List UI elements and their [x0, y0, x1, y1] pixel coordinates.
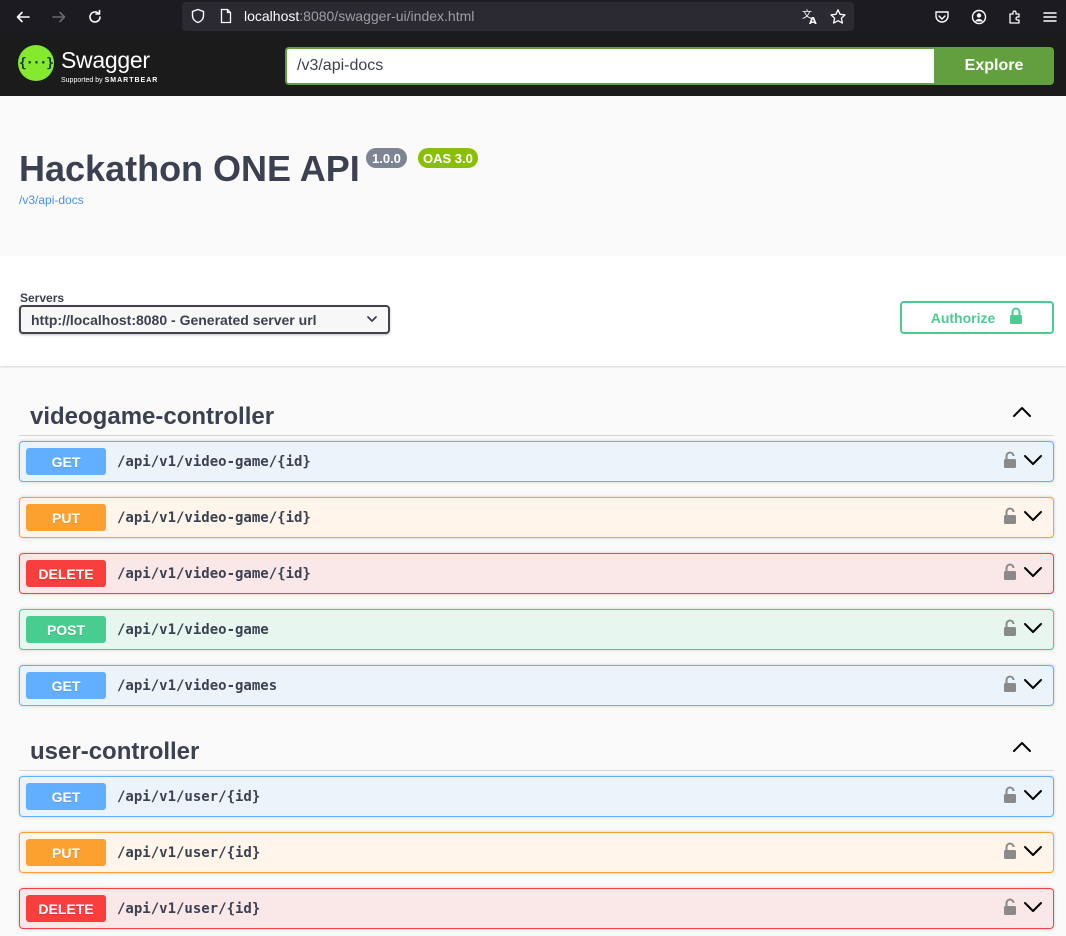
- operation-path: /api/v1/video-game/{id}: [117, 510, 311, 526]
- operation-row[interactable]: DELETE /api/v1/user/{id}: [19, 888, 1054, 929]
- server-select-value: http://localhost:8080 - Generated server…: [31, 311, 317, 328]
- forward-arrow-icon[interactable]: [45, 0, 73, 34]
- chevron-down-icon[interactable]: [1023, 565, 1043, 584]
- method-badge: GET: [26, 672, 106, 699]
- operation-path: /api/v1/user/{id}: [117, 845, 261, 861]
- unlocked-lock-icon: [1009, 307, 1023, 328]
- lock-icon[interactable]: [1003, 619, 1017, 642]
- tag-section-header[interactable]: videogame-controller: [19, 395, 1054, 436]
- lock-icon[interactable]: [1003, 451, 1017, 474]
- lock-icon[interactable]: [1003, 563, 1017, 586]
- operation-row[interactable]: DELETE /api/v1/video-game/{id}: [19, 553, 1054, 594]
- url-text: localhost:8080/swagger-ui/index.html: [244, 8, 475, 24]
- operation-path: /api/v1/user/{id}: [117, 789, 261, 805]
- method-badge: DELETE: [26, 895, 106, 922]
- method-badge: GET: [26, 448, 106, 475]
- tag-section-header[interactable]: user-controller: [19, 730, 1054, 771]
- chevron-down-icon[interactable]: [1023, 621, 1043, 640]
- lock-icon[interactable]: [1003, 507, 1017, 530]
- method-badge: POST: [26, 616, 106, 643]
- method-badge: DELETE: [26, 560, 106, 587]
- bookmark-star-icon[interactable]: [829, 8, 847, 31]
- lock-icon[interactable]: [1003, 675, 1017, 698]
- swagger-logo-subtitle: Supported by SMARTBEAR: [61, 77, 159, 84]
- operation-path: /api/v1/video-game: [117, 622, 269, 638]
- method-badge: GET: [26, 783, 106, 810]
- explore-button[interactable]: Explore: [934, 47, 1054, 85]
- operation-path: /api/v1/video-games: [117, 678, 278, 694]
- servers-label: Servers: [20, 291, 65, 305]
- oas-badge: OAS 3.0: [418, 148, 478, 168]
- lock-icon[interactable]: [1003, 898, 1017, 921]
- lock-icon[interactable]: [1003, 786, 1017, 809]
- address-bar[interactable]: localhost:8080/swagger-ui/index.html 文A: [182, 2, 854, 31]
- chevron-up-icon[interactable]: [1012, 405, 1032, 424]
- api-docs-link[interactable]: /v3/api-docs: [19, 193, 84, 207]
- page-icon: [218, 8, 234, 29]
- chevron-down-icon[interactable]: [1023, 788, 1043, 807]
- server-select[interactable]: http://localhost:8080 - Generated server…: [19, 305, 390, 334]
- operation-row[interactable]: GET /api/v1/video-game/{id}: [19, 441, 1054, 482]
- api-info: Hackathon ONE API 1.0.0 OAS 3.0 /v3/api-…: [0, 96, 1066, 256]
- chevron-down-icon[interactable]: [1023, 509, 1043, 528]
- browser-toolbar: localhost:8080/swagger-ui/index.html 文A: [0, 0, 1066, 34]
- authorize-label: Authorize: [930, 309, 996, 326]
- reload-icon[interactable]: [81, 0, 109, 34]
- tag-name: videogame-controller: [30, 403, 275, 430]
- swagger-logo-icon[interactable]: {···}: [18, 45, 54, 81]
- menu-icon[interactable]: [1036, 0, 1064, 34]
- scheme-container: Servers http://localhost:8080 - Generate…: [0, 256, 1066, 366]
- chevron-up-icon[interactable]: [1012, 740, 1032, 759]
- operation-row[interactable]: GET /api/v1/video-games: [19, 665, 1054, 706]
- operation-path: /api/v1/video-game/{id}: [117, 566, 311, 582]
- swagger-logo-text[interactable]: Swagger: [61, 47, 150, 74]
- operation-row[interactable]: PUT /api/v1/video-game/{id}: [19, 497, 1054, 538]
- back-arrow-icon[interactable]: [9, 0, 37, 34]
- operation-path: /api/v1/video-game/{id}: [117, 454, 311, 470]
- page-title: Hackathon ONE API: [19, 148, 360, 189]
- explore-url-input[interactable]: /v3/api-docs: [285, 47, 934, 85]
- extensions-icon[interactable]: [1001, 0, 1029, 34]
- chevron-down-icon[interactable]: [1023, 453, 1043, 472]
- chevron-down-icon: [366, 312, 378, 328]
- translate-icon[interactable]: 文A: [801, 8, 819, 31]
- authorize-button[interactable]: Authorize: [900, 301, 1054, 334]
- operation-row[interactable]: GET /api/v1/user/{id}: [19, 776, 1054, 817]
- operation-row[interactable]: PUT /api/v1/user/{id}: [19, 832, 1054, 873]
- tag-name: user-controller: [30, 738, 200, 765]
- method-badge: PUT: [26, 839, 106, 866]
- chevron-down-icon[interactable]: [1023, 844, 1043, 863]
- version-badge: 1.0.0: [366, 148, 407, 168]
- operation-path: /api/v1/user/{id}: [117, 901, 261, 917]
- chevron-down-icon[interactable]: [1023, 900, 1043, 919]
- explore-form: /v3/api-docs Explore: [285, 47, 1054, 85]
- lock-icon[interactable]: [1003, 842, 1017, 865]
- method-badge: PUT: [26, 504, 106, 531]
- svg-text:A: A: [809, 16, 817, 26]
- pocket-icon[interactable]: [928, 0, 956, 34]
- account-icon[interactable]: [965, 0, 993, 34]
- shield-icon[interactable]: [190, 8, 206, 29]
- chevron-down-icon[interactable]: [1023, 677, 1043, 696]
- operation-row[interactable]: POST /api/v1/video-game: [19, 609, 1054, 650]
